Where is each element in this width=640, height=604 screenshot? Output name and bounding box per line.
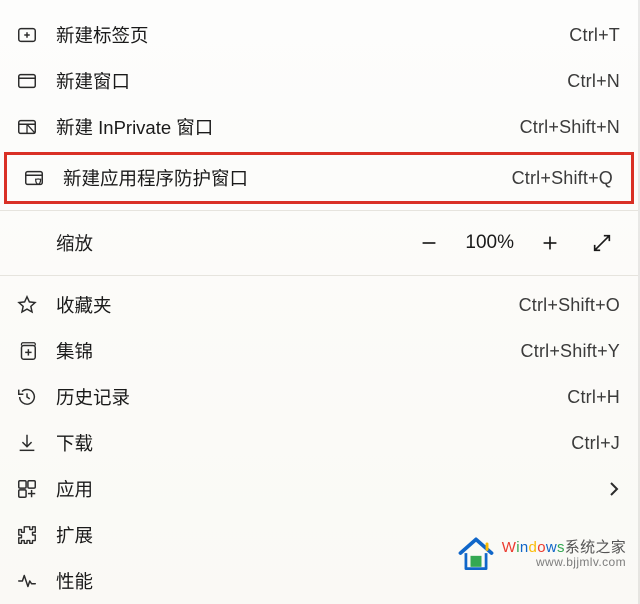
browser-main-menu: 新建标签页 Ctrl+T 新建窗口 Ctrl+N 新建 InPrivate 窗口… <box>0 0 640 604</box>
menu-item-label: 新建应用程序防护窗口 <box>63 165 512 191</box>
zoom-out-button[interactable] <box>407 221 451 265</box>
zoom-label: 缩放 <box>56 230 93 256</box>
menu-item-label: 新建窗口 <box>56 68 567 94</box>
menu-item-shortcut: Ctrl+J <box>571 433 620 454</box>
star-icon <box>16 294 38 316</box>
menu-zoom-row: 缩放 100% <box>0 217 638 269</box>
menu-item-label: 集锦 <box>56 338 521 364</box>
menu-item-favorites[interactable]: 收藏夹 Ctrl+Shift+O <box>0 282 638 328</box>
window-icon <box>16 70 38 92</box>
menu-item-shortcut: Ctrl+N <box>567 71 620 92</box>
menu-item-shortcut: Ctrl+H <box>567 387 620 408</box>
menu-divider <box>0 275 638 276</box>
apps-icon <box>16 478 38 500</box>
menu-item-shortcut: Ctrl+Shift+Q <box>512 168 613 189</box>
guard-icon <box>23 167 45 189</box>
performance-icon <box>16 570 38 592</box>
menu-item-label: 新建标签页 <box>56 22 569 48</box>
menu-divider <box>0 210 638 211</box>
menu-item-shortcut: Ctrl+Shift+Y <box>521 341 620 362</box>
menu-item-apps[interactable]: 应用 <box>0 466 638 512</box>
watermark-brand: Windows系统之家 www.bjjmlv.com <box>454 532 626 576</box>
zoom-value: 100% <box>457 232 522 254</box>
menu-item-shortcut: Ctrl+T <box>569 25 620 46</box>
plus-tab-icon <box>16 24 38 46</box>
menu-item-inprivate[interactable]: 新建 InPrivate 窗口 Ctrl+Shift+N <box>0 104 638 150</box>
chevron-right-icon <box>608 480 620 498</box>
extensions-icon <box>16 524 38 546</box>
menu-item-collections[interactable]: 集锦 Ctrl+Shift+Y <box>0 328 638 374</box>
menu-item-shortcut: Ctrl+Shift+N <box>520 117 620 138</box>
zoom-controls: 100% <box>407 221 624 265</box>
menu-item-shortcut: Ctrl+Shift+O <box>519 295 620 316</box>
brand-url: www.bjjmlv.com <box>502 556 626 569</box>
menu-item-downloads[interactable]: 下载 Ctrl+J <box>0 420 638 466</box>
menu-item-label: 新建 InPrivate 窗口 <box>56 114 520 140</box>
inprivate-icon <box>16 116 38 138</box>
menu-item-label: 下载 <box>56 430 571 456</box>
menu-item-label: 应用 <box>56 476 608 502</box>
menu-item-new-window[interactable]: 新建窗口 Ctrl+N <box>0 58 638 104</box>
menu-item-label: 收藏夹 <box>56 292 519 318</box>
fullscreen-button[interactable] <box>580 221 624 265</box>
collections-icon <box>16 340 38 362</box>
menu-item-new-tab[interactable]: 新建标签页 Ctrl+T <box>0 12 638 58</box>
brand-name: Windows系统之家 <box>502 540 626 556</box>
menu-item-history[interactable]: 历史记录 Ctrl+H <box>0 374 638 420</box>
menu-item-application-guard[interactable]: 新建应用程序防护窗口 Ctrl+Shift+Q <box>4 152 634 204</box>
history-icon <box>16 386 38 408</box>
house-logo-icon <box>454 532 498 576</box>
menu-item-label: 历史记录 <box>56 384 567 410</box>
download-icon <box>16 432 38 454</box>
zoom-in-button[interactable] <box>528 221 572 265</box>
